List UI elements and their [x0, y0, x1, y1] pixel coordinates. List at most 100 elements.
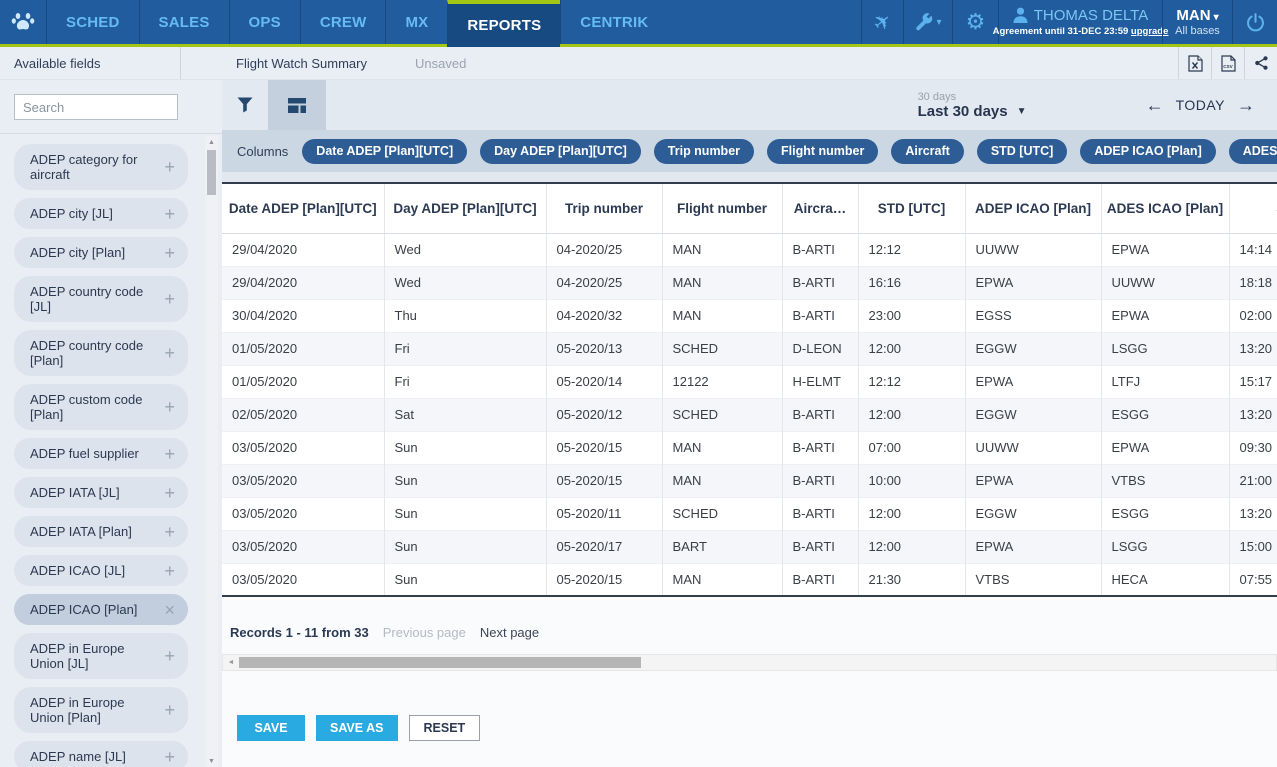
filter-button[interactable] [222, 80, 268, 130]
column-chip[interactable]: Trip number [654, 139, 754, 164]
add-field-icon[interactable]: + [164, 564, 175, 578]
add-field-icon[interactable]: + [164, 346, 175, 360]
table-row[interactable]: 03/05/2020Sun05-2020/15MANB-ARTI07:00UUW… [222, 431, 1277, 464]
field-pill[interactable]: ADEP ICAO [JL]+ [14, 555, 188, 586]
table-cell: 05-2020/15 [546, 563, 662, 596]
field-pill[interactable]: ADEP IATA [JL]+ [14, 477, 188, 508]
table-row[interactable]: 03/05/2020Sun05-2020/11SCHEDB-ARTI12:00E… [222, 497, 1277, 530]
add-field-icon[interactable]: + [164, 750, 175, 764]
field-pill[interactable]: ADEP city [Plan]+ [14, 237, 188, 268]
table-row[interactable]: 03/05/2020Sun05-2020/17BARTB-ARTI12:00EP… [222, 530, 1277, 563]
add-field-icon[interactable]: + [164, 486, 175, 500]
tools-menu-button[interactable]: ▾ [903, 0, 952, 47]
sidebar-scrollbar[interactable]: ▲ ▼ [205, 136, 218, 767]
field-pill[interactable]: ADEP in Europe Union [Plan]+ [14, 687, 188, 733]
logout-button[interactable] [1232, 0, 1277, 47]
column-chip[interactable]: STD [UTC] [977, 139, 1068, 164]
column-chip[interactable]: ADEP ICAO [Plan] [1080, 139, 1215, 164]
tab-mx[interactable]: MX [385, 0, 447, 47]
field-label: ADEP IATA [Plan] [30, 524, 160, 539]
export-csv-button[interactable]: CSV [1211, 47, 1244, 79]
column-chip[interactable]: ADES ICAO [Plan] [1229, 139, 1277, 164]
field-pill[interactable]: ADEP category for aircraft+ [14, 144, 188, 190]
share-button[interactable] [1244, 47, 1277, 79]
tab-reports[interactable]: REPORTS [447, 0, 560, 47]
table-row[interactable]: 01/05/2020Fri05-2020/1412122H-ELMT12:12E… [222, 365, 1277, 398]
add-field-icon[interactable]: + [164, 160, 175, 174]
field-pill[interactable]: ADEP city [JL]+ [14, 198, 188, 229]
column-header[interactable]: Trip number [546, 183, 662, 233]
field-pill[interactable]: ADEP country code [JL]+ [14, 276, 188, 322]
add-field-icon[interactable]: + [164, 703, 175, 717]
field-pill[interactable]: ADEP country code [Plan]+ [14, 330, 188, 376]
table-row[interactable]: 30/04/2020Thu04-2020/32MANB-ARTI23:00EGS… [222, 299, 1277, 332]
ops-plane-button[interactable]: ✈ [861, 0, 903, 47]
add-field-icon[interactable]: + [164, 292, 175, 306]
tab-crew[interactable]: CREW [300, 0, 386, 47]
table-row[interactable]: 03/05/2020Sun05-2020/15MANB-ARTI21:30VTB… [222, 563, 1277, 596]
field-pill[interactable]: ADEP ICAO [Plan]× [14, 594, 188, 625]
previous-period-arrow[interactable]: ← [1146, 95, 1164, 116]
column-chip[interactable]: Aircraft [891, 139, 963, 164]
field-pill[interactable]: ADEP name [JL]+ [14, 741, 188, 767]
field-pill[interactable]: ADEP in Europe Union [JL]+ [14, 633, 188, 679]
field-pill[interactable]: ADEP custom code [Plan]+ [14, 384, 188, 430]
today-button[interactable]: TODAY [1176, 97, 1225, 113]
add-field-icon[interactable]: + [164, 447, 175, 461]
column-header[interactable]: STD [UTC] [858, 183, 965, 233]
next-page-link[interactable]: Next page [480, 625, 539, 640]
table-row[interactable]: 03/05/2020Sun05-2020/15MANB-ARTI10:00EPW… [222, 464, 1277, 497]
remove-field-icon[interactable]: × [164, 603, 175, 617]
tab-sched[interactable]: SCHED [46, 0, 139, 47]
scroll-up-icon[interactable]: ▲ [208, 136, 215, 148]
base-selector[interactable]: MAN▾ All bases [1162, 0, 1232, 47]
add-field-icon[interactable]: + [164, 207, 175, 221]
sidebar-scroll-thumb[interactable] [207, 150, 216, 195]
pagination: Records 1 - 11 from 33 Previous page Nex… [230, 625, 1277, 640]
add-field-icon[interactable]: + [164, 525, 175, 539]
settings-button[interactable]: ⚙ [952, 0, 998, 47]
horizontal-scroll-thumb[interactable] [239, 657, 641, 668]
tab-sales[interactable]: SALES [139, 0, 229, 47]
column-header[interactable]: Aircra… [782, 183, 858, 233]
table-cell: Thu [384, 299, 546, 332]
add-field-icon[interactable]: + [164, 400, 175, 414]
column-header[interactable]: Day ADEP [Plan][UTC] [384, 183, 546, 233]
table-row[interactable]: 29/04/2020Wed04-2020/25MANB-ARTI12:12UUW… [222, 233, 1277, 266]
previous-page-link[interactable]: Previous page [383, 625, 466, 640]
user-menu[interactable]: THOMAS DELTA Agreement until 31-DEC 23:5… [998, 0, 1162, 47]
horizontal-scrollbar[interactable]: ◄ [222, 654, 1277, 671]
scroll-down-icon[interactable]: ▼ [208, 755, 215, 767]
add-field-icon[interactable]: + [164, 246, 175, 260]
column-header[interactable]: ADEP ICAO [Plan] [965, 183, 1101, 233]
scroll-left-icon[interactable]: ◄ [223, 659, 239, 666]
tab-ops[interactable]: OPS [229, 0, 300, 47]
next-period-arrow[interactable]: → [1237, 95, 1255, 116]
column-header[interactable]: Date ADEP [Plan][UTC] [222, 183, 384, 233]
table-row[interactable]: 02/05/2020Sat05-2020/12SCHEDB-ARTI12:00E… [222, 398, 1277, 431]
field-pill[interactable]: ADEP IATA [Plan] + [14, 516, 188, 547]
column-header[interactable]: Flight number [662, 183, 782, 233]
column-header[interactable]: STA [1229, 183, 1277, 233]
period-selector[interactable]: 30 days Last 30 days▼ [918, 80, 1028, 130]
table-row[interactable]: 29/04/2020Wed04-2020/25MANB-ARTI16:16EPW… [222, 266, 1277, 299]
table-row[interactable]: 01/05/2020Fri05-2020/13SCHEDD-LEON12:00E… [222, 332, 1277, 365]
columns-view-button[interactable] [268, 80, 326, 130]
add-field-icon[interactable]: + [164, 649, 175, 663]
reset-button[interactable]: RESET [409, 715, 481, 741]
tab-centrik[interactable]: CENTRIK [560, 0, 667, 47]
columns-label: Columns [237, 144, 288, 159]
report-toolbar: 30 days Last 30 days▼ ← TODAY → [222, 80, 1277, 130]
column-chip[interactable]: Day ADEP [Plan][UTC] [480, 139, 641, 164]
column-header[interactable]: ADES ICAO [Plan] [1101, 183, 1229, 233]
field-pill[interactable]: ADEP fuel supplier+ [14, 438, 188, 469]
export-excel-button[interactable] [1178, 47, 1211, 79]
app-logo[interactable] [0, 0, 46, 47]
column-chip[interactable]: Date ADEP [Plan][UTC] [302, 139, 467, 164]
column-chip[interactable]: Flight number [767, 139, 878, 164]
save-as-button[interactable]: SAVE AS [316, 715, 398, 741]
table-cell: ESGG [1101, 497, 1229, 530]
save-button[interactable]: SAVE [237, 715, 305, 741]
search-input[interactable] [14, 94, 178, 120]
records-count: Records 1 - 11 from 33 [230, 625, 369, 640]
